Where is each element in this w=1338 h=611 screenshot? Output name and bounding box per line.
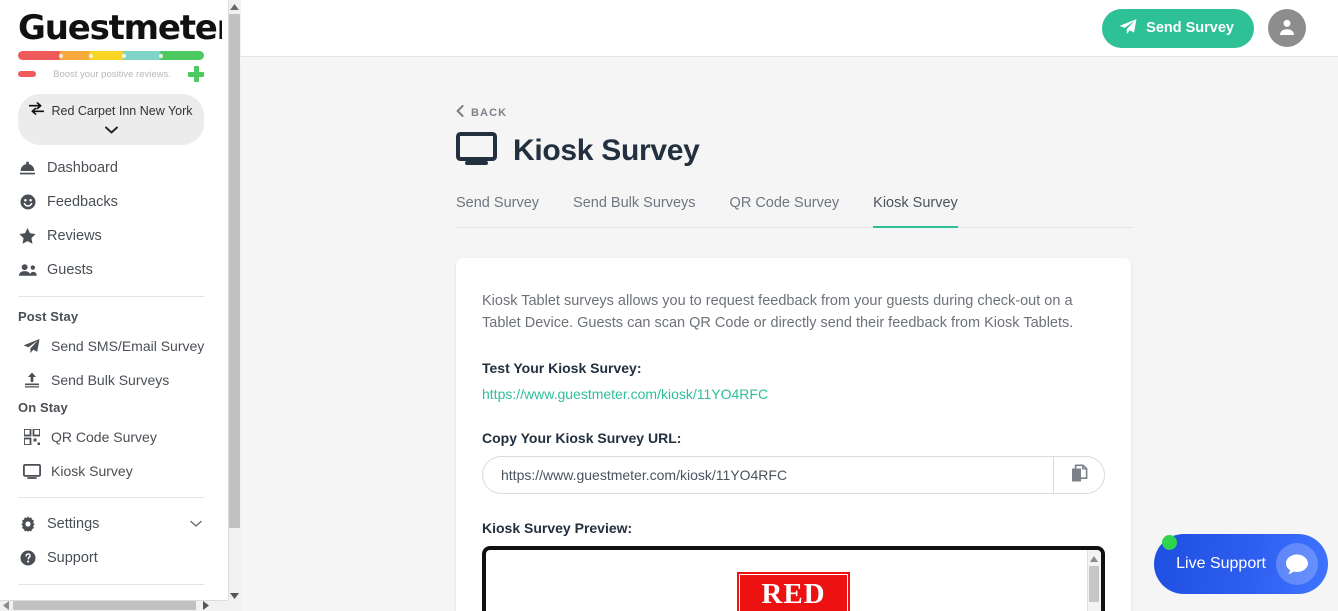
sidebar-item-label: Settings [47,516,99,532]
copy-url-label: Copy Your Kiosk Survey URL: [482,430,1105,446]
users-icon [18,263,37,277]
sidebar-group-post-stay: Post Stay [0,306,222,329]
page-title: Kiosk Survey [513,134,700,168]
tab-bar: Send Survey Send Bulk Surveys QR Code Su… [456,195,1132,228]
sidebar-item-label: Kiosk Survey [51,463,133,479]
property-name: Red Carpet Inn New York [51,104,192,118]
send-survey-button[interactable]: Send Survey [1102,9,1254,48]
upload-icon [22,372,41,388]
live-support-label: Live Support [1176,555,1266,573]
tab-send-survey[interactable]: Send Survey [456,195,539,228]
back-link[interactable]: BACK [456,105,507,120]
sidebar-item-label: Send SMS/Email Survey [51,338,204,354]
sidebar-item-dashboard[interactable]: Dashboard [0,151,222,185]
brand-logo-text: Guestmeter [18,8,204,48]
sidebar-vertical-scrollbar-thumb[interactable] [229,14,240,528]
sidebar-divider-3 [18,584,204,585]
send-survey-label: Send Survey [1146,20,1234,36]
sidebar-item-send-sms-email-survey[interactable]: Send SMS/Email Survey [0,329,222,363]
online-dot-icon [1162,535,1177,550]
sidebar-item-label: Send Bulk Surveys [51,372,169,388]
sidebar-group-on-stay: On Stay [0,397,222,420]
sidebar-item-label: Dashboard [47,160,118,176]
tab-send-bulk-surveys[interactable]: Send Bulk Surveys [573,195,696,228]
sidebar-item-support[interactable]: Support [0,541,222,575]
chevron-down-icon[interactable] [28,121,194,139]
scroll-left-arrow-icon[interactable] [0,600,12,611]
page-title-row: Kiosk Survey [456,132,1338,170]
scrollbar-corner [228,600,241,611]
star-icon [18,228,37,244]
sidebar-item-label: Feedbacks [47,194,118,210]
desktop-icon [456,132,497,170]
minus-icon [18,71,36,77]
sidebar-item-label: Guests [47,262,93,278]
kiosk-survey-card: Kiosk Tablet surveys allows you to reque… [456,258,1131,611]
qr-code-icon [22,429,41,445]
brand-logo[interactable]: Guestmeter Boost your positive reviews. [0,0,222,82]
chevron-down-icon[interactable] [190,516,202,532]
top-bar: Send Survey [241,0,1338,57]
sidebar-item-settings[interactable]: Settings [0,507,222,541]
test-survey-link[interactable]: https://www.guestmeter.com/kiosk/11YO4RF… [482,386,768,402]
copy-url-button[interactable] [1053,456,1105,494]
kiosk-survey-preview[interactable]: RED [482,546,1105,611]
sidebar-item-qr-code-survey[interactable]: QR Code Survey [0,420,222,454]
sidebar-nav: Dashboard Feedbacks [0,145,222,585]
exchange-icon [29,102,44,120]
gear-icon [18,516,37,532]
card-description: Kiosk Tablet surveys allows you to reque… [482,290,1105,334]
sidebar-item-label: Support [47,550,98,566]
scroll-right-arrow-icon[interactable] [200,600,212,611]
plus-icon [188,66,204,82]
app-root: Guestmeter Boost your positive reviews. [0,0,1338,611]
scroll-up-arrow-icon[interactable] [228,0,241,14]
test-survey-label: Test Your Kiosk Survey: [482,360,1105,376]
preview-scroll-up-arrow-icon[interactable] [1088,553,1100,564]
chat-bubble-icon[interactable] [1276,543,1318,585]
bell-concierge-icon [18,161,37,176]
kiosk-url-input[interactable] [482,456,1053,494]
smiley-face-icon [18,194,37,210]
sidebar-divider-2 [18,497,204,498]
brand-tagline: Boost your positive reviews. [53,69,171,80]
sidebar-item-feedbacks[interactable]: Feedbacks [0,185,222,219]
main-content: BACK Kiosk Survey Send Survey Send Bulk … [241,57,1338,611]
paper-plane-icon [1119,18,1137,39]
paper-plane-icon [22,338,41,354]
preview-property-logo: RED [737,572,849,611]
question-circle-icon [18,550,37,566]
brand-tagline-row: Boost your positive reviews. [18,66,204,82]
live-support-widget[interactable]: Live Support [1154,534,1328,594]
desktop-icon [22,464,41,479]
brand-gradient-bar [18,51,204,60]
sidebar-item-guests[interactable]: Guests [0,253,222,287]
preview-scrollbar-track[interactable] [1087,550,1101,611]
sidebar-divider-1 [18,296,204,297]
property-selector[interactable]: Red Carpet Inn New York [18,94,204,145]
tab-qr-code-survey[interactable]: QR Code Survey [730,195,840,228]
sidebar-item-send-bulk-surveys[interactable]: Send Bulk Surveys [0,363,222,397]
sidebar-item-label: QR Code Survey [51,429,157,445]
preview-scrollbar-thumb[interactable] [1089,566,1099,602]
sidebar-item-kiosk-survey[interactable]: Kiosk Survey [0,454,222,488]
avatar[interactable] [1268,9,1306,47]
copy-icon [1071,464,1088,486]
chevron-left-icon [456,105,464,120]
sidebar: Guestmeter Boost your positive reviews. [0,0,222,603]
tab-kiosk-survey[interactable]: Kiosk Survey [873,195,958,228]
user-icon [1278,18,1296,39]
sidebar-item-label: Reviews [47,228,102,244]
preview-label: Kiosk Survey Preview: [482,520,1105,536]
back-label: BACK [471,107,507,119]
copy-url-row [482,456,1105,494]
sidebar-horizontal-scrollbar-thumb[interactable] [13,601,196,610]
sidebar-item-reviews[interactable]: Reviews [0,219,222,253]
